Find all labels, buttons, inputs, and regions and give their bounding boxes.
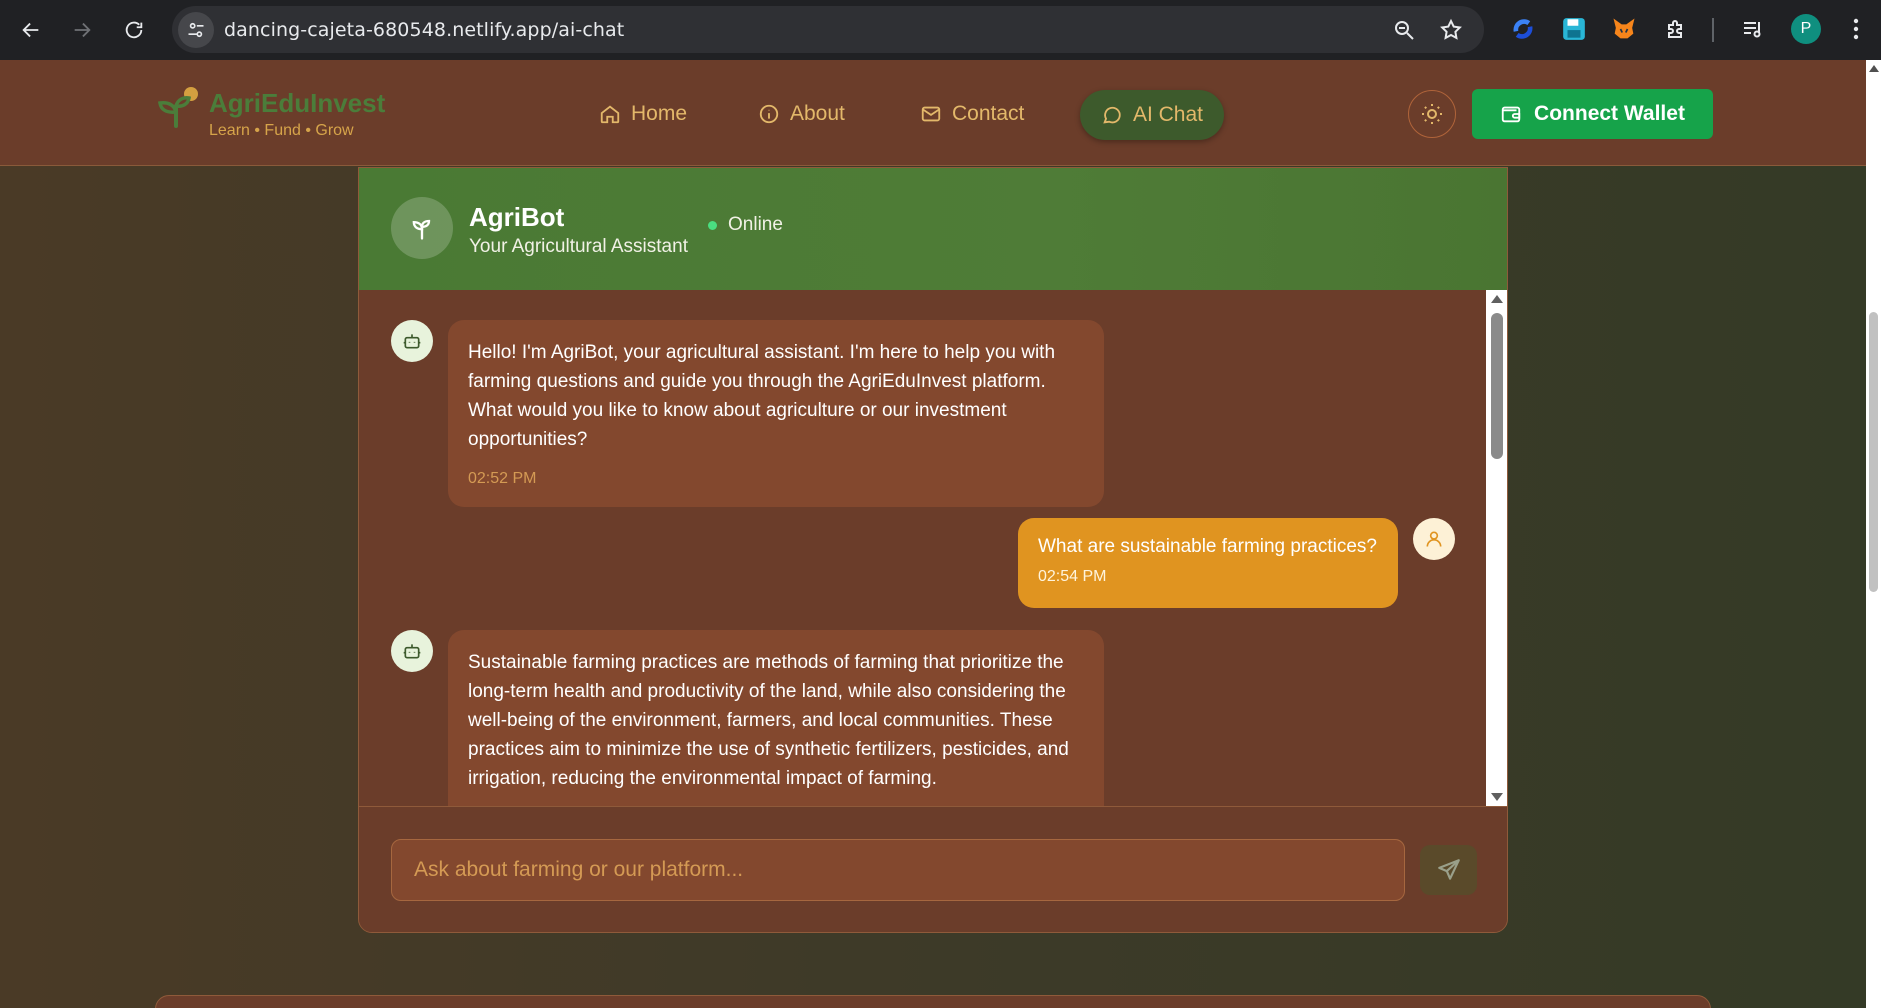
message-bubble-bot: Hello! I'm AgriBot, your agricultural as…	[448, 320, 1104, 507]
connect-wallet-label: Connect Wallet	[1534, 102, 1685, 125]
page-scroll-thumb[interactable]	[1869, 312, 1878, 592]
message-timestamp: 02:54 PM	[1038, 568, 1107, 585]
send-button[interactable]	[1420, 845, 1477, 895]
page: AgriEduInvest Learn • Fund • Grow Home A…	[0, 60, 1881, 1008]
address-bar[interactable]: dancing-cajeta-680548.netlify.app/ai-cha…	[172, 6, 1484, 53]
robot-icon	[403, 334, 421, 349]
message-list[interactable]: Hello! I'm AgriBot, your agricultural as…	[359, 290, 1507, 806]
site-info-button[interactable]	[178, 12, 214, 48]
message-text: Hello! I'm AgriBot, your agricultural as…	[468, 342, 1056, 450]
arrow-right-icon	[74, 22, 91, 38]
extension-save-icon[interactable]	[1559, 14, 1589, 44]
nav-ai-chat-link[interactable]: AI Chat	[1080, 90, 1224, 140]
browser-toolbar: dancing-cajeta-680548.netlify.app/ai-cha…	[0, 0, 1881, 60]
forward-button[interactable]	[64, 12, 100, 48]
bot-name: AgriBot	[469, 202, 565, 232]
nav-ai-chat-label: AI Chat	[1132, 103, 1204, 126]
info-icon	[759, 104, 779, 124]
nav-about-label: About	[790, 102, 845, 125]
user-message-avatar	[1413, 518, 1455, 560]
message-text: Sustainable farming practices are method…	[468, 652, 1069, 789]
sprout-logo-icon[interactable]	[156, 84, 202, 130]
user-icon	[1426, 531, 1442, 547]
nav-contact-label: Contact	[952, 102, 1025, 125]
extension-sync-icon[interactable]	[1508, 14, 1538, 44]
bookmark-star-icon[interactable]	[1439, 18, 1463, 42]
online-status-text: Online	[728, 214, 783, 235]
scroll-down-arrow[interactable]	[1491, 793, 1503, 801]
bot-message-avatar	[391, 320, 433, 362]
page-scrollbar[interactable]	[1866, 60, 1881, 1008]
extensions-puzzle-icon[interactable]	[1661, 14, 1691, 44]
bot-header-avatar	[391, 197, 453, 259]
message-text: What are sustainable farming practices?	[1038, 536, 1377, 557]
online-status-dot	[708, 221, 717, 230]
message-bubble-bot: Sustainable farming practices are method…	[448, 630, 1104, 806]
chat-message-input[interactable]	[391, 839, 1405, 901]
chat-composer	[359, 806, 1507, 932]
robot-icon	[403, 644, 421, 659]
footer-section	[155, 995, 1711, 1008]
site-navbar: AgriEduInvest Learn • Fund • Grow Home A…	[0, 60, 1866, 166]
chat-panel: AgriBot Your Agricultural Assistant Onli…	[358, 167, 1508, 933]
chat-bubble-icon	[1103, 106, 1121, 124]
nav-home-label: Home	[631, 102, 688, 125]
wallet-icon	[1501, 106, 1521, 123]
message-bubble-user: What are sustainable farming practices? …	[1018, 518, 1398, 608]
tune-icon	[188, 22, 204, 38]
nav-home-link[interactable]: Home	[599, 90, 687, 138]
arrow-left-icon	[22, 22, 39, 38]
scroll-up-arrow[interactable]	[1491, 295, 1503, 303]
connect-wallet-button[interactable]: Connect Wallet	[1472, 89, 1713, 139]
metamask-fox-icon[interactable]	[1609, 14, 1639, 44]
mail-icon	[921, 106, 941, 122]
bot-role: Your Agricultural Assistant	[469, 236, 688, 257]
back-button[interactable]	[13, 12, 49, 48]
nav-about-link[interactable]: About	[758, 90, 845, 138]
brand-name[interactable]: AgriEduInvest	[209, 88, 385, 119]
media-queue-icon[interactable]	[1738, 14, 1768, 44]
url-text[interactable]: dancing-cajeta-680548.netlify.app/ai-cha…	[224, 19, 624, 41]
sprout-icon	[412, 219, 431, 240]
page-scroll-up-arrow[interactable]	[1869, 65, 1879, 72]
scroll-thumb[interactable]	[1491, 313, 1503, 459]
home-icon	[600, 105, 620, 124]
reload-icon	[125, 21, 143, 39]
kebab-menu-icon[interactable]	[1841, 14, 1871, 44]
message-timestamp: 02:52 PM	[468, 470, 537, 487]
chat-header: AgriBot Your Agricultural Assistant Onli…	[359, 168, 1507, 290]
nav-contact-link[interactable]: Contact	[920, 90, 1024, 138]
toolbar-divider	[1712, 18, 1714, 42]
sun-icon	[1422, 104, 1442, 124]
zoom-icon[interactable]	[1392, 18, 1416, 42]
send-icon	[1437, 859, 1460, 880]
bot-message-avatar	[391, 630, 433, 672]
brand-tagline: Learn • Fund • Grow	[209, 122, 354, 139]
reload-button[interactable]	[116, 12, 152, 48]
profile-avatar[interactable]: P	[1791, 14, 1821, 44]
theme-toggle-button[interactable]	[1408, 90, 1456, 138]
messages-scrollbar[interactable]	[1486, 290, 1507, 806]
